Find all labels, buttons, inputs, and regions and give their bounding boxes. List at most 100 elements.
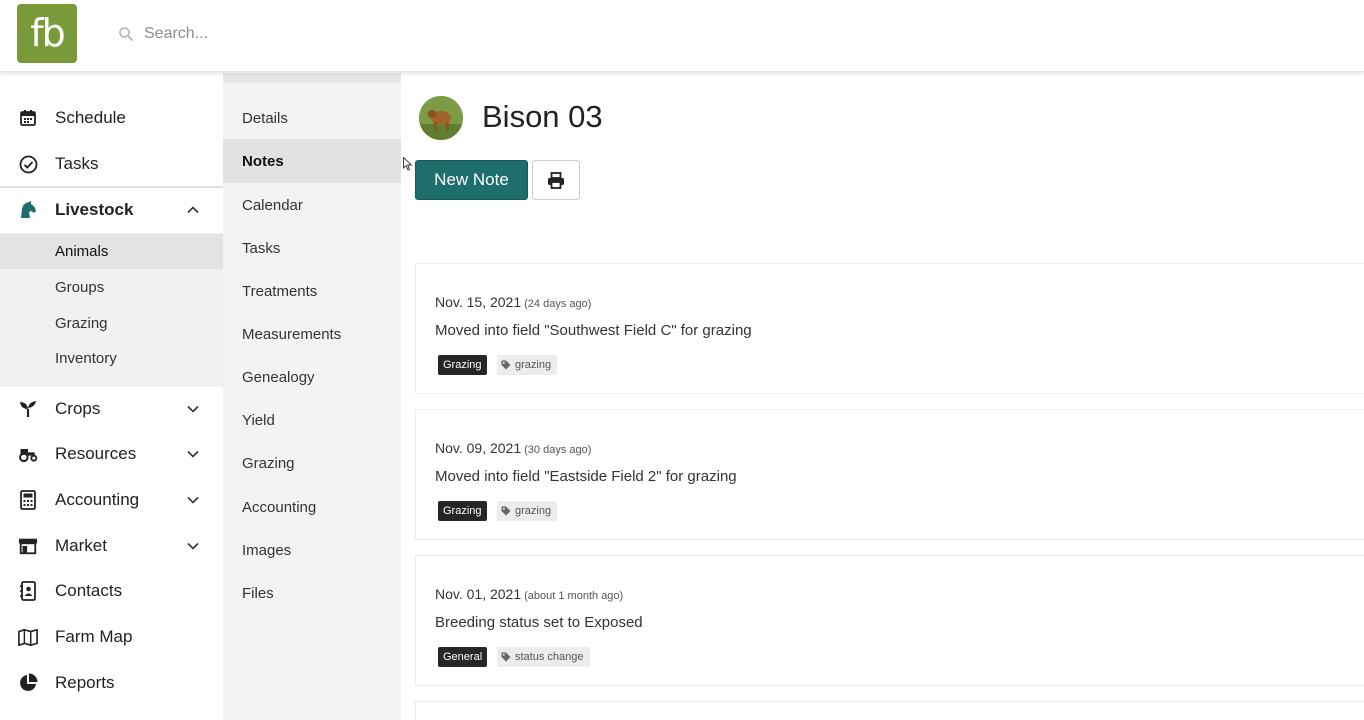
subnav-item-measurements[interactable]: Measurements xyxy=(223,312,401,356)
sidebar-item-farm-map[interactable]: Farm Map xyxy=(0,615,223,659)
chevron-down-icon xyxy=(187,542,199,550)
subnav-item-label: Measurements xyxy=(242,325,342,343)
tag-icon xyxy=(501,652,511,662)
subnav-item-label: Calendar xyxy=(242,196,303,214)
subnav-item-yield[interactable]: Yield xyxy=(223,398,401,442)
subnav-item-files[interactable]: Files xyxy=(223,571,401,615)
map-icon xyxy=(18,627,38,647)
note-card: Nov. 01, 2021 (about 1 month ago) Breedin… xyxy=(415,555,1364,686)
logo-text: fb xyxy=(30,10,65,55)
subnav-item-label: Tasks xyxy=(242,239,281,257)
subnav-cap xyxy=(223,73,401,83)
mouse-cursor-icon xyxy=(403,157,413,171)
note-date-ago: (about 1 month ago) xyxy=(524,590,624,602)
top-bar: fb xyxy=(0,0,1364,72)
sidebar-item-label: Contacts xyxy=(55,581,123,600)
subnav-item-label: Notes xyxy=(242,152,284,170)
seedling-icon xyxy=(18,399,38,419)
subnav-item-calendar[interactable]: Calendar xyxy=(223,183,401,227)
note-category-badge: General xyxy=(438,647,488,667)
note-tag-label: grazing xyxy=(515,505,552,517)
note-card xyxy=(415,701,1364,720)
note-date-text: Nov. 15, 2021 xyxy=(435,294,522,310)
sidebar-item-schedule[interactable]: Schedule xyxy=(0,96,223,140)
print-icon xyxy=(548,171,564,189)
search-bar xyxy=(118,21,518,47)
subnav-item-genealogy[interactable]: Genealogy xyxy=(223,355,401,399)
sidebar-subitem-animals[interactable]: Animals xyxy=(0,234,223,269)
sidebar-item-market[interactable]: Market xyxy=(0,524,223,568)
sidebar-item-livestock[interactable]: Livestock xyxy=(0,188,223,232)
print-button[interactable] xyxy=(532,160,580,200)
note-date-ago: (30 days ago) xyxy=(524,444,592,456)
note-tag[interactable]: grazing xyxy=(497,355,558,375)
subnav-item-label: Grazing xyxy=(242,454,295,472)
calendar-icon xyxy=(18,108,38,128)
chevron-down-icon xyxy=(187,450,199,458)
sidebar-item-label: Crops xyxy=(55,399,101,418)
sidebar-item-tasks[interactable]: Tasks xyxy=(0,142,223,186)
sidebar-item-label: Accounting xyxy=(55,490,140,509)
search-icon xyxy=(119,27,133,41)
chevron-down-icon xyxy=(187,496,199,504)
chevron-down-icon xyxy=(187,405,199,413)
sidebar: Schedule Tasks Livestock Animals Groups … xyxy=(0,73,223,720)
animal-avatar[interactable] xyxy=(419,96,463,140)
main-content: Bison 03 New Note Nov. 15, 2021 (24 days … xyxy=(401,73,1364,720)
tag-icon xyxy=(501,360,511,370)
search-input[interactable] xyxy=(144,25,504,43)
sidebar-item-label: Livestock xyxy=(55,200,134,219)
sidebar-item-contacts[interactable]: Contacts xyxy=(0,569,223,613)
subnav-item-notes[interactable]: Notes xyxy=(223,139,401,183)
subnav-item-treatments[interactable]: Treatments xyxy=(223,269,401,313)
note-text: Breeding status set to Exposed xyxy=(435,614,643,631)
sidebar-subitem-grazing[interactable]: Grazing xyxy=(0,306,223,341)
note-text: Moved into field "Southwest Field C" for… xyxy=(435,322,752,339)
subnav-item-label: Genealogy xyxy=(242,368,315,386)
animal-subnav: Details Notes Calendar Tasks Treatments … xyxy=(223,73,401,720)
sidebar-subitem-label: Groups xyxy=(55,279,105,296)
subnav-item-tasks[interactable]: Tasks xyxy=(223,226,401,270)
note-category-badge: Grazing xyxy=(438,501,487,521)
note-tag[interactable]: status change xyxy=(497,647,590,667)
tag-icon xyxy=(501,506,511,516)
sidebar-subitem-groups[interactable]: Groups xyxy=(0,270,223,305)
sidebar-subitem-label: Animals xyxy=(55,243,109,260)
sidebar-item-reports[interactable]: Reports xyxy=(0,661,223,705)
subnav-item-details[interactable]: Details xyxy=(223,96,401,140)
subnav-item-images[interactable]: Images xyxy=(223,528,401,572)
new-note-button[interactable]: New Note xyxy=(415,160,528,200)
pie-chart-icon xyxy=(18,673,38,693)
note-text: Moved into field "Eastside Field 2" for … xyxy=(435,468,737,485)
note-date-text: Nov. 09, 2021 xyxy=(435,440,522,456)
note-date-text: Nov. 01, 2021 xyxy=(435,586,522,602)
calculator-icon xyxy=(18,490,38,510)
sidebar-item-label: Resources xyxy=(55,444,137,463)
note-tag[interactable]: grazing xyxy=(497,501,558,521)
app-logo[interactable]: fb xyxy=(17,4,77,63)
subnav-item-label: Files xyxy=(242,584,274,602)
store-icon xyxy=(18,536,38,556)
address-book-icon xyxy=(18,581,38,601)
note-card: Nov. 15, 2021 (24 days ago) Moved into fi… xyxy=(415,263,1364,394)
sidebar-item-label: Tasks xyxy=(55,154,99,173)
subnav-item-label: Images xyxy=(242,541,292,559)
sidebar-item-label: Schedule xyxy=(55,108,126,127)
note-tag-label: grazing xyxy=(515,359,552,371)
sidebar-item-label: Market xyxy=(55,536,107,555)
subnav-item-label: Details xyxy=(242,109,288,127)
subnav-item-label: Accounting xyxy=(242,498,317,516)
note-card: Nov. 09, 2021 (30 days ago) Moved into fi… xyxy=(415,409,1364,540)
note-date-ago: (24 days ago) xyxy=(524,298,592,310)
subnav-item-grazing[interactable]: Grazing xyxy=(223,441,401,485)
tractor-icon xyxy=(18,444,38,464)
chevron-up-icon xyxy=(187,206,199,214)
sidebar-item-label: Reports xyxy=(55,673,115,692)
sidebar-item-crops[interactable]: Crops xyxy=(0,387,223,431)
note-date: Nov. 09, 2021 (30 days ago) xyxy=(435,440,591,456)
sidebar-subitem-inventory[interactable]: Inventory xyxy=(0,341,223,376)
subnav-item-accounting[interactable]: Accounting xyxy=(223,485,401,529)
livestock-submenu: Animals Groups Grazing Inventory xyxy=(0,233,223,387)
sidebar-item-resources[interactable]: Resources xyxy=(0,432,223,476)
sidebar-item-accounting[interactable]: Accounting xyxy=(0,478,223,522)
